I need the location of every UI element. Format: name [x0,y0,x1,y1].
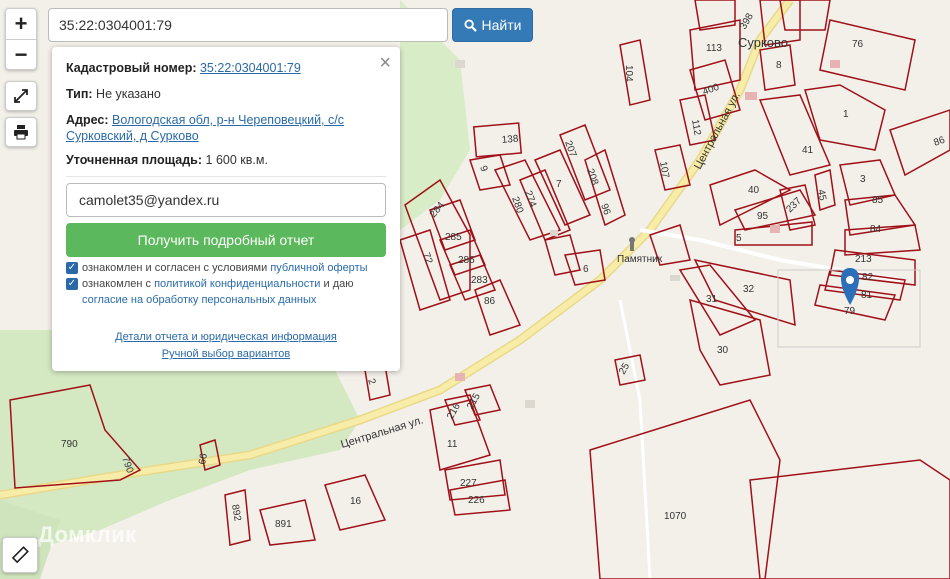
printer-icon [14,125,28,140]
parcel-label: 79 [844,306,856,317]
details-row: Детали отчета и юридическая информация [52,331,400,343]
cadastral-link[interactable]: 35:22:0304001:79 [200,61,301,75]
parcel-label: 85 [872,195,884,206]
type-value: Не указано [96,87,161,101]
parcel-label: 213 [855,254,872,265]
parcel-label: 32 [743,284,755,295]
zoom-control: + − [5,8,37,70]
email-field[interactable] [66,183,386,217]
privacy-checkbox[interactable]: ✓ [66,278,78,290]
parcel-label: 40 [748,185,760,196]
close-icon[interactable]: × [379,53,391,73]
parcel-label: 84 [870,224,882,235]
address-link-line2[interactable]: Сурковский, д Сурково [66,129,199,143]
parcel-label: 41 [802,145,814,156]
parcel-label: 3 [860,174,866,185]
parcel-label: 286 [458,255,475,266]
ruler-icon [11,546,29,564]
offer-consent-text: ознакомлен и согласен с условиями публич… [82,260,392,276]
parcel-label: 283 [471,275,488,286]
offer-checkbox[interactable]: ✓ [66,262,78,274]
area-row: Уточненная площадь: 1 600 кв.м. [66,153,268,167]
address-row: Адрес: Вологодская обл, р-н Череповецкий… [66,112,386,144]
parcel-label: 16 [350,496,362,507]
address-label: Адрес: [66,113,109,127]
cadastral-label: Кадастровый номер: [66,61,197,75]
data-processing-link[interactable]: согласие на обработку персональных данны… [82,294,316,306]
search-icon [463,18,477,32]
zoom-out-button[interactable]: − [6,40,36,70]
privacy-consent-label: ознакомлен с [82,278,152,290]
parcel-label: 30 [717,345,729,356]
domclick-logo: Домклик [38,522,137,547]
type-label: Тип: [66,87,93,101]
privacy-policy-link[interactable]: политикой конфиденциальности [154,278,320,290]
print-button[interactable] [5,117,37,147]
type-row: Тип: Не указано [66,87,161,101]
parcel-label: 285 [445,232,462,243]
get-report-button[interactable]: Получить подробный отчет [66,223,386,257]
find-button-label: Найти [481,17,522,33]
parcel-label: 891 [275,519,292,530]
fullscreen-button[interactable] [5,81,37,111]
expand-icon [14,89,28,103]
parcel-label: 138 [501,134,519,146]
parcel-label: 8 [776,60,782,71]
find-button[interactable]: Найти [452,8,533,42]
parcel-label: 113 [706,43,722,54]
monument-label: Памятник [617,254,663,265]
village-label: Сурково [738,35,788,50]
parcel-label: 31 [706,294,718,305]
offer-consent-label: ознакомлен и согласен с условиями [82,262,268,274]
search-input[interactable] [48,8,448,42]
manual-row: Ручной выбор вариантов [52,348,400,360]
parcel-label: 86 [484,296,496,307]
public-offer-link[interactable]: публичной оферты [270,262,367,274]
area-value: 1 600 кв.м. [205,153,268,167]
parcel-label: 82 [862,272,874,283]
parcel-label: 5 [736,233,742,244]
parcel-label: 95 [757,211,769,222]
parcel-label: 790 [61,439,78,450]
manual-selection-link[interactable]: Ручной выбор вариантов [162,348,290,360]
parcel-label: 81 [861,290,873,301]
parcel-label: 104 [623,65,634,82]
parcel-label: 6 [583,264,589,275]
parcel-label: 76 [852,39,864,50]
divider [66,176,386,177]
parcel-label: 11 [447,439,458,450]
measure-button[interactable] [2,537,38,573]
cadastral-row: Кадастровый номер: 35:22:0304001:79 [66,61,301,75]
area-label: Уточненная площадь: [66,153,203,167]
parcel-label: 1070 [664,511,687,522]
parcel-label: 1 [843,109,849,120]
parcel-info-panel: × Кадастровый номер: 35:22:0304001:79 Ти… [52,47,400,371]
zoom-in-button[interactable]: + [6,9,36,40]
privacy-consent-text: ознакомлен с политикой конфиденциальност… [82,276,392,308]
parcel-label: 227 [460,478,477,489]
parcel-label: 226 [468,495,485,506]
parcel-label: 7 [556,179,562,190]
details-link[interactable]: Детали отчета и юридическая информация [115,331,337,343]
privacy-consent-mid: и даю [323,278,354,290]
address-link-line1[interactable]: Вологодская обл, р-н Череповецкий, с/с [112,113,344,127]
